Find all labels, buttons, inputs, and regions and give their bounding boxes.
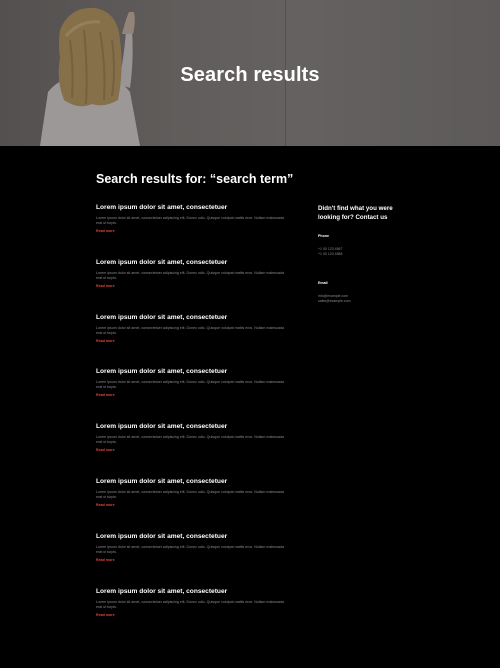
result-excerpt: Lorem ipsum dolor sit amet, consectetuer… [96, 489, 284, 499]
read-more-link[interactable]: Read more [96, 229, 291, 233]
result-item: Lorem ipsum dolor sit amet, consectetuer… [96, 204, 291, 259]
read-more-link[interactable]: Read more [96, 613, 291, 617]
result-item: Lorem ipsum dolor sit amet, consectetuer… [96, 588, 291, 643]
result-title[interactable]: Lorem ipsum dolor sit amet, consectetuer [96, 478, 291, 486]
result-item: Lorem ipsum dolor sit amet, consectetuer… [96, 368, 291, 423]
result-item: Lorem ipsum dolor sit amet, consectetuer… [96, 423, 291, 478]
contact-sidebar: Didn't find what you were looking for? C… [318, 204, 408, 304]
result-title[interactable]: Lorem ipsum dolor sit amet, consectetuer [96, 588, 291, 596]
contact-heading: Didn't find what you were looking for? C… [318, 205, 393, 221]
result-excerpt: Lorem ipsum dolor sit amet, consectetuer… [96, 216, 284, 225]
result-excerpt: Lorem ipsum dolor sit amet, consectetuer… [96, 435, 284, 445]
result-title[interactable]: Lorem ipsum dolor sit amet, consectetuer [96, 423, 291, 431]
read-more-link[interactable]: Read more [96, 558, 291, 562]
email-address[interactable]: sales@example.com [318, 299, 408, 304]
results-list: Lorem ipsum dolor sit amet, consectetuer… [96, 204, 291, 642]
results-heading: Search results for: “search term” [96, 172, 294, 186]
result-excerpt: Lorem ipsum dolor sit amet, consectetuer… [96, 599, 284, 609]
result-item: Lorem ipsum dolor sit amet, consectetuer… [96, 478, 291, 533]
read-more-link[interactable]: Read more [96, 448, 291, 452]
read-more-link[interactable]: Read more [96, 339, 291, 343]
email-label: Email [318, 281, 328, 285]
result-title[interactable]: Lorem ipsum dolor sit amet, consectetuer [96, 533, 291, 541]
read-more-link[interactable]: Read more [96, 393, 291, 397]
result-title[interactable]: Lorem ipsum dolor sit amet, consectetuer [96, 259, 291, 267]
result-item: Lorem ipsum dolor sit amet, consectetuer… [96, 259, 291, 314]
result-excerpt: Lorem ipsum dolor sit amet, consectetuer… [96, 544, 284, 554]
search-results-section: Search results for: “search term” Lorem … [0, 0, 500, 668]
result-title[interactable]: Lorem ipsum dolor sit amet, consectetuer [96, 204, 291, 212]
result-excerpt: Lorem ipsum dolor sit amet, consectetuer… [96, 270, 284, 280]
phone-label: Phone [318, 234, 329, 238]
result-excerpt: Lorem ipsum dolor sit amet, consectetuer… [96, 325, 284, 335]
result-title[interactable]: Lorem ipsum dolor sit amet, consectetuer [96, 314, 291, 322]
result-item: Lorem ipsum dolor sit amet, consectetuer… [96, 533, 291, 588]
result-item: Lorem ipsum dolor sit amet, consectetuer… [96, 314, 291, 369]
result-title[interactable]: Lorem ipsum dolor sit amet, consectetuer [96, 368, 291, 376]
read-more-link[interactable]: Read more [96, 284, 291, 288]
read-more-link[interactable]: Read more [96, 503, 291, 507]
result-excerpt: Lorem ipsum dolor sit amet, consectetuer… [96, 380, 284, 390]
